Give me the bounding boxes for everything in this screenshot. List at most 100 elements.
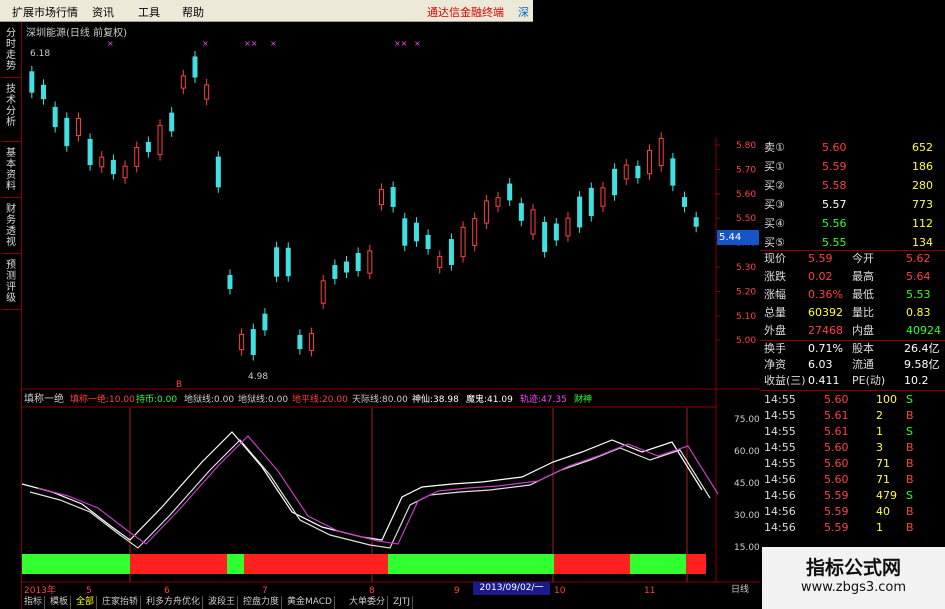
indicator-param: 地狱线:0.00 (238, 393, 288, 405)
indicator-param: 地狱线:0.00 (184, 393, 234, 405)
price-axis-label: 5.20 (736, 287, 756, 297)
bottom-tab[interactable]: 黄金MACD (285, 596, 335, 609)
orderbook-row: 买① 5.59 186 (764, 159, 945, 175)
candle-body (402, 218, 408, 246)
candle-body (169, 112, 175, 132)
chart-background (22, 22, 760, 596)
tick-row: 14:55 5.60 100 S (764, 392, 945, 408)
order-label: 买③ (764, 198, 785, 211)
candle-body (239, 333, 245, 351)
candle-body (635, 165, 641, 179)
candle-body (670, 158, 676, 186)
order-price: 5.55 (822, 236, 847, 249)
price-axis-label: 5.00 (736, 336, 756, 346)
indicator-param: 神仙:38.98 (412, 393, 459, 405)
stat-label: PE(动) (852, 374, 886, 387)
bottom-tab[interactable]: 庄家抬轿 (100, 596, 142, 609)
chart-area[interactable]: 深圳能源(日线 前复权) × × ×× × ×× × 6.18 4.98 B 5.805.… (22, 22, 760, 596)
stat-row: 涨幅 0.36% 最低 5.53 (764, 287, 945, 303)
tick-volume: 1 (876, 521, 883, 534)
candle-body (518, 203, 524, 221)
candle-body (262, 313, 268, 331)
candle-body (87, 138, 93, 166)
tick-price: 5.61 (824, 425, 849, 438)
tick-direction: B (906, 473, 914, 486)
bottom-tab-bar: 指标 模板 全部 庄家抬轿 利多方舟优化 波段王 控盘力度 黄金MACD 大单委分 ZJTJ (22, 596, 462, 609)
orderbook-row: 买③ 5.57 773 (764, 197, 945, 213)
app-brand-suffix: 深 (518, 6, 529, 19)
order-label: 买④ (764, 217, 785, 230)
x-axis-label: 5 (86, 586, 92, 596)
tick-time: 14:56 (764, 489, 796, 502)
menu-item-tools[interactable]: 工具 (138, 4, 160, 20)
menu-item-news[interactable]: 资讯 (92, 4, 114, 20)
x-axis-label: 11 (644, 586, 655, 596)
candle-body (658, 137, 664, 167)
tick-direction: S (906, 425, 913, 438)
tick-price: 5.59 (824, 489, 849, 502)
bottom-tab[interactable]: 大单委分 (347, 596, 389, 609)
color-bar-segment (554, 554, 630, 574)
price-axis-label: 5.80 (736, 141, 756, 151)
order-price: 5.60 (822, 141, 847, 154)
candle-body (530, 209, 536, 235)
candle-body (682, 197, 688, 207)
watermark-url: www.zbgs3.com (800, 580, 907, 595)
order-volume: 134 (912, 236, 933, 249)
order-volume: 652 (912, 141, 933, 154)
price-axis-label: 5.70 (736, 165, 756, 175)
price-axis-label: 5.50 (736, 214, 756, 224)
top-marker: × (270, 39, 277, 48)
stat-value: 0.02 (808, 270, 833, 283)
tick-time: 14:55 (764, 425, 796, 438)
color-bar-segment (227, 554, 244, 574)
tab-ratings[interactable]: 预测评级 (2, 258, 20, 310)
bottom-tab[interactable]: ZJTJ (391, 596, 413, 609)
candle-body (204, 84, 210, 100)
tick-volume: 2 (876, 409, 883, 422)
bottom-tab[interactable]: 全部 (74, 596, 98, 609)
bottom-tab[interactable]: 波段王 (206, 596, 239, 609)
menu-item-market[interactable]: 扩展市场行情 (12, 4, 78, 20)
top-marker: ×× (244, 39, 257, 48)
candle-body (693, 217, 699, 227)
orderbook-row: 卖① 5.60 652 (764, 140, 945, 156)
x-axis-label: 2013年 (24, 584, 56, 596)
tab-intraday[interactable]: 分时走势 (2, 26, 20, 78)
stat-value: 0.71% (808, 342, 843, 355)
stat-label: 净资 (764, 358, 786, 371)
stat-label: 收益(三) (764, 374, 806, 387)
watermark-title: 指标公式网 (805, 557, 901, 579)
app-brand: 通达信金融终端 (427, 6, 504, 19)
color-bar-segment (244, 554, 388, 574)
order-volume: 112 (912, 217, 933, 230)
tab-financials[interactable]: 财务透视 (2, 202, 20, 254)
bottom-tab[interactable]: 利多方舟优化 (144, 596, 204, 609)
candle-body (437, 256, 443, 268)
indicator-axis-label: 60.00 (734, 447, 760, 457)
stat-value: 5.59 (808, 252, 833, 265)
tab-technical[interactable]: 技术分析 (2, 82, 20, 142)
bottom-tab[interactable]: 指标 (22, 596, 46, 609)
menu-item-help[interactable]: 帮助 (182, 4, 204, 20)
candle-body (647, 149, 653, 175)
candle-body (110, 159, 116, 175)
stat-value: 0.36% (808, 288, 843, 301)
last-price-tag: 5.44 (717, 230, 759, 245)
stat-value: 26.4亿 (904, 342, 940, 355)
signal-color-bar (22, 554, 706, 574)
bottom-tab[interactable]: 控盘力度 (241, 596, 283, 609)
candle-body (542, 221, 548, 253)
indicator-param: 填称一绝:10.00 (70, 393, 135, 405)
stat-value: 6.03 (808, 358, 833, 371)
top-marker: × (107, 39, 114, 48)
candle-body (145, 141, 151, 153)
bottom-tab[interactable]: 模板 (48, 596, 72, 609)
tick-direction: S (906, 489, 913, 502)
candle-body (64, 117, 70, 147)
order-volume: 186 (912, 160, 933, 173)
order-volume: 280 (912, 179, 933, 192)
candle-body (378, 188, 384, 206)
tab-fundamentals[interactable]: 基本资料 (2, 146, 20, 198)
candle-body (309, 333, 315, 351)
